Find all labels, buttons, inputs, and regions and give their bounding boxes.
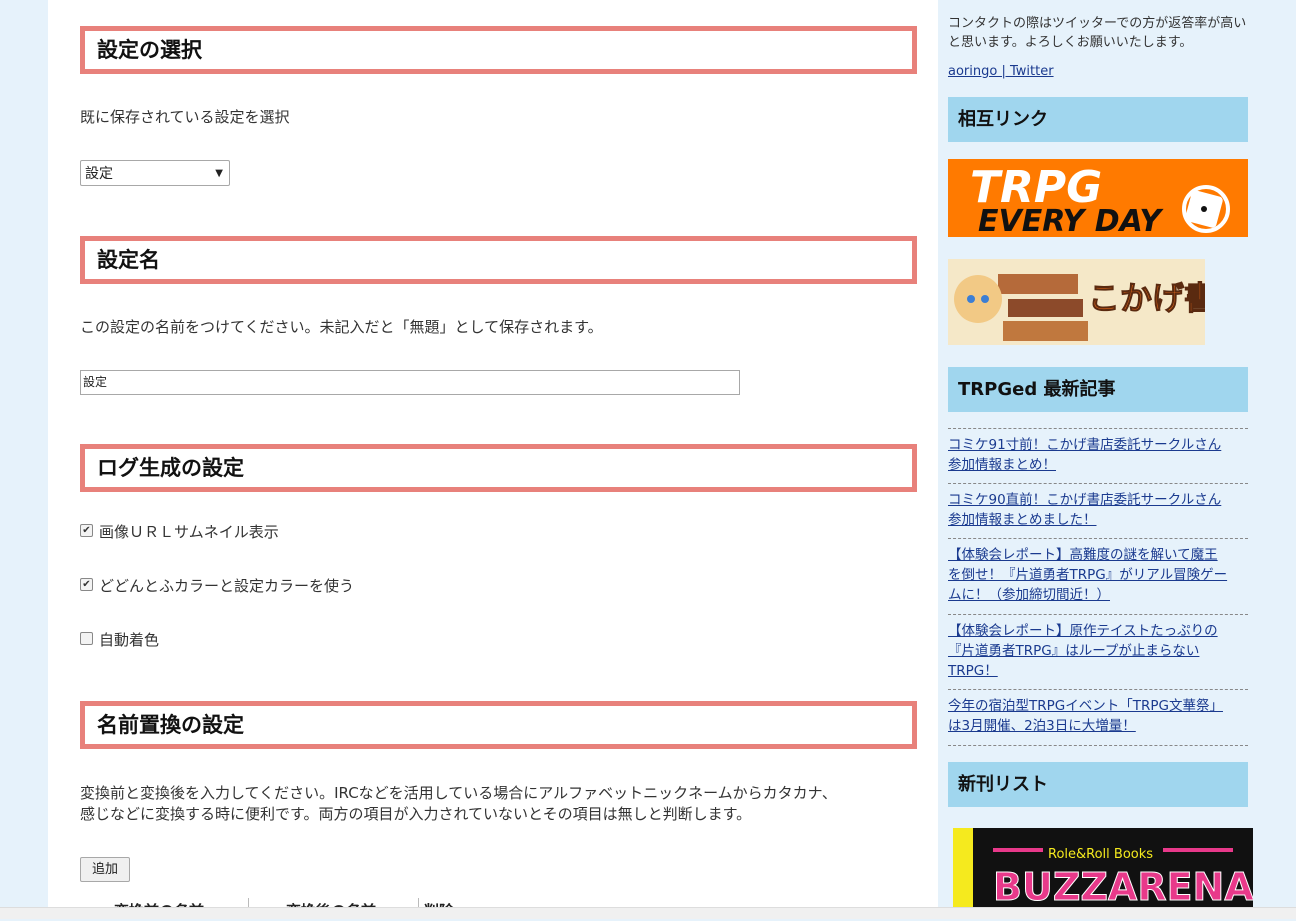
article-item[interactable]: 【体験会レポート】高難度の謎を解いて魔王 を倒せ！『片道勇者TRPG』がリアル冒… [948, 538, 1248, 605]
replace-description-2: 感じなどに変換する時に便利です。両方の項目が入力されていないとその項目は無しと判… [80, 805, 752, 823]
article-line: ムに！（参加締切間近！） [948, 587, 1110, 603]
settings-select[interactable]: 設定 ▼ [80, 160, 230, 186]
latest-articles-heading: TRPGed 最新記事 [948, 367, 1248, 412]
article-line: コミケ90直前！こかげ書店委託サークルさん [948, 492, 1222, 508]
article-item[interactable]: 今年の宿泊型TRPGイベント「TRPG文華祭」 は3月開催、2泊3日に大増量！ [948, 689, 1248, 736]
new-book-cover[interactable]: Role&Roll Books BUZZARENA [953, 828, 1253, 908]
articles-divider [948, 745, 1248, 746]
kokage-shoten-banner[interactable]: こかげ書店 [948, 259, 1205, 345]
contact-text-1: コンタクトの際はツイッターでの方が返答率が高い [948, 16, 1247, 31]
article-line: は3月開催、2泊3日に大増量！ [948, 718, 1136, 734]
thumbnail-checkbox[interactable]: ✔ [80, 524, 93, 537]
kokage-shoten-logo: こかげ書店 [948, 259, 1205, 345]
settings-select-value: 設定 [85, 166, 113, 182]
twitter-link[interactable]: aoringo | Twitter [948, 64, 1054, 79]
autocolor-checkbox[interactable] [80, 632, 93, 645]
article-line: 参加情報まとめました！ [948, 512, 1097, 528]
select-description: 既に保存されている設定を選択 [80, 108, 290, 126]
article-line: 【体験会レポート】高難度の謎を解いて魔王 [948, 547, 1218, 563]
article-line: 『片道勇者TRPG』はループが止まらない [948, 643, 1200, 659]
color-label: どどんとふカラーと設定カラーを使う [99, 577, 355, 595]
contact-text-2: と思います。よろしくお願いいたします。 [948, 35, 1193, 50]
checkbox-row-thumbnail[interactable]: ✔ 画像ＵＲＬサムネイル表示 [80, 522, 279, 542]
dropdown-arrow-icon: ▼ [215, 168, 223, 179]
book-publisher: Role&Roll Books [1048, 847, 1153, 862]
article-line: TRPG！ [948, 663, 998, 679]
checkbox-row-color[interactable]: ✔ どどんとふカラーと設定カラーを使う [80, 576, 354, 596]
article-item[interactable]: コミケ90直前！こかげ書店委託サークルさん 参加情報まとめました！ [948, 483, 1248, 530]
article-line: コミケ91寸前！こかげ書店委託サークルさん [948, 437, 1222, 453]
thumbnail-label: 画像ＵＲＬサムネイル表示 [99, 523, 279, 541]
banner1-line2: EVERY DAY [978, 204, 1164, 237]
twitter-link-wrap: aoringo | Twitter [948, 62, 1248, 82]
mutual-links-heading: 相互リンク [948, 97, 1248, 142]
add-button[interactable]: 追加 [80, 857, 130, 882]
article-line: 今年の宿泊型TRPGイベント「TRPG文華祭」 [948, 698, 1223, 714]
book-title: BUZZARENA [993, 865, 1253, 908]
trpg-everyday-banner[interactable]: TRPG EVERY DAY [948, 159, 1248, 237]
replace-description-1: 変換前と変換後を入力してください。IRCなどを活用している場合にアルファベットニ… [80, 784, 837, 802]
setting-name-input[interactable]: 設定 [80, 370, 740, 395]
article-line: 参加情報まとめ！ [948, 457, 1056, 473]
article-line: を倒せ！『片道勇者TRPG』がリアル冒険ゲー [948, 567, 1228, 583]
horizontal-scrollbar[interactable] [0, 907, 1296, 919]
new-books-heading: 新刊リスト [948, 762, 1248, 807]
banner2-text: こかげ書店 [1088, 279, 1205, 317]
section-title-name: 設定名 [80, 236, 917, 284]
section-title-log: ログ生成の設定 [80, 444, 917, 492]
color-checkbox[interactable]: ✔ [80, 578, 93, 591]
section-title-replace: 名前置換の設定 [80, 701, 917, 749]
name-description: この設定の名前をつけてください。未記入だと「無題」として保存されます。 [80, 318, 603, 336]
checkbox-row-autocolor[interactable]: 自動着色 [80, 630, 159, 650]
section-title-select: 設定の選択 [80, 26, 917, 74]
main-content: 設定の選択 既に保存されている設定を選択 設定 ▼ 設定名 この設定の名前をつけ… [48, 0, 938, 920]
trpg-everyday-logo: TRPG EVERY DAY [948, 159, 1248, 237]
article-line: 【体験会レポート】原作テイストたっぷりの [948, 623, 1218, 639]
book-cover-art: Role&Roll Books BUZZARENA [953, 828, 1253, 908]
article-item[interactable]: 【体験会レポート】原作テイストたっぷりの 『片道勇者TRPG』はループが止まらな… [948, 614, 1248, 681]
article-item[interactable]: コミケ91寸前！こかげ書店委託サークルさん 参加情報まとめ！ [948, 428, 1248, 475]
autocolor-label: 自動着色 [99, 631, 160, 649]
